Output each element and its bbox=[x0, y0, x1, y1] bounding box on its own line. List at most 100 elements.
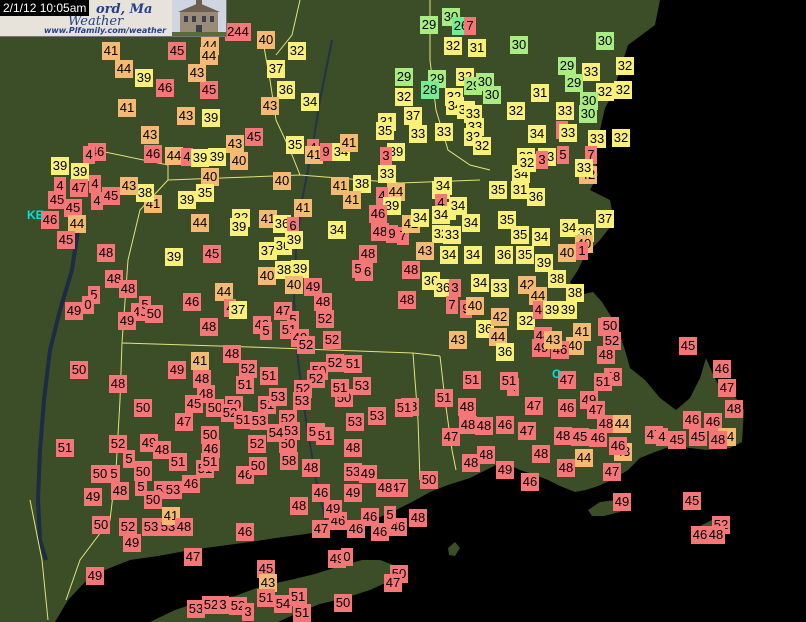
station-temp[interactable]: 30 bbox=[510, 36, 528, 54]
station-temp[interactable]: 43 bbox=[177, 107, 195, 125]
station-temp[interactable]: 50 bbox=[145, 305, 163, 323]
station-temp[interactable]: 50 bbox=[91, 465, 109, 483]
station-temp[interactable]: 52 bbox=[316, 310, 334, 328]
station-temp[interactable]: 33 bbox=[556, 102, 574, 120]
station-temp[interactable]: 46 bbox=[713, 360, 731, 378]
station-temp[interactable]: 51 bbox=[257, 589, 275, 607]
station-temp[interactable]: 45 bbox=[57, 231, 75, 249]
station-temp[interactable]: 32 bbox=[288, 42, 306, 60]
station-temp[interactable]: 30 bbox=[483, 86, 501, 104]
station-temp[interactable]: 3 bbox=[380, 147, 392, 165]
station-temp[interactable]: 5 bbox=[123, 450, 135, 468]
station-temp[interactable]: 33 bbox=[575, 159, 593, 177]
station-temp[interactable]: 40 bbox=[257, 31, 275, 49]
station-temp[interactable]: 38 bbox=[566, 284, 584, 302]
station-temp[interactable]: 51 bbox=[463, 371, 481, 389]
station-temp[interactable]: 48 bbox=[111, 482, 129, 500]
station-temp[interactable]: 39 bbox=[559, 301, 577, 319]
station-temp[interactable]: 45 bbox=[245, 128, 263, 146]
station-temp[interactable]: 46 bbox=[683, 411, 701, 429]
station-temp[interactable]: 43 bbox=[544, 331, 562, 349]
station-temp[interactable]: 46 bbox=[144, 145, 162, 163]
station-temp[interactable]: 43 bbox=[120, 177, 138, 195]
station-temp[interactable]: 40 bbox=[285, 276, 303, 294]
station-temp[interactable]: 39 bbox=[202, 109, 220, 127]
station-temp[interactable]: 36 bbox=[277, 81, 295, 99]
station-temp[interactable]: 58 bbox=[280, 452, 298, 470]
station-temp[interactable]: 50 bbox=[144, 491, 162, 509]
station-temp[interactable]: 49 bbox=[118, 312, 136, 330]
station-temp[interactable]: 33 bbox=[443, 226, 461, 244]
station-temp[interactable]: 48 bbox=[557, 459, 575, 477]
station-temp[interactable]: 33 bbox=[378, 165, 396, 183]
station-temp[interactable]: 49 bbox=[359, 465, 377, 483]
station-temp[interactable]: 48 bbox=[458, 398, 476, 416]
station-temp[interactable]: 53 bbox=[164, 481, 182, 499]
station-temp[interactable]: 29 bbox=[420, 16, 438, 34]
station-temp[interactable]: 32 bbox=[596, 83, 614, 101]
station-temp[interactable]: 1 bbox=[576, 242, 588, 260]
station-temp[interactable]: 45 bbox=[203, 245, 221, 263]
station-temp[interactable]: 36 bbox=[496, 343, 514, 361]
station-temp[interactable]: 52 bbox=[323, 331, 341, 349]
station-temp[interactable]: 4 bbox=[656, 428, 668, 446]
station-temp[interactable]: 51 bbox=[169, 453, 187, 471]
station-temp[interactable]: 41 bbox=[118, 99, 136, 117]
station-temp[interactable]: 48 bbox=[314, 293, 332, 311]
station-temp[interactable]: 49 bbox=[168, 361, 186, 379]
station-temp[interactable]: 48 bbox=[402, 261, 420, 279]
station-temp[interactable]: 51 bbox=[500, 372, 518, 390]
station-temp[interactable]: 46 bbox=[347, 520, 365, 538]
station-temp[interactable]: 47 bbox=[70, 179, 88, 197]
station-temp[interactable]: 5 bbox=[108, 465, 120, 483]
station-temp[interactable]: 49 bbox=[86, 567, 104, 585]
station-temp[interactable]: 36 bbox=[527, 188, 545, 206]
station-temp[interactable]: 46 bbox=[41, 211, 59, 229]
station-temp[interactable]: 47 bbox=[312, 520, 330, 538]
station-temp[interactable]: 50 bbox=[334, 594, 352, 612]
station-temp[interactable]: 48 bbox=[532, 445, 550, 463]
station-temp[interactable]: 49 bbox=[84, 488, 102, 506]
station-temp[interactable]: 31 bbox=[468, 39, 486, 57]
station-temp[interactable]: 49 bbox=[123, 534, 141, 552]
station-temp[interactable]: 5 bbox=[260, 322, 272, 340]
station-temp[interactable]: 46 bbox=[496, 416, 514, 434]
station-temp[interactable]: 38 bbox=[136, 184, 154, 202]
station-temp[interactable]: 45 bbox=[679, 337, 697, 355]
station-temp[interactable]: 41 bbox=[343, 191, 361, 209]
station-temp[interactable]: 34 bbox=[449, 197, 467, 215]
station-temp[interactable]: 0 bbox=[341, 548, 353, 566]
station-temp[interactable]: 39 bbox=[178, 191, 196, 209]
station-temp[interactable]: 43 bbox=[449, 331, 467, 349]
station-temp[interactable]: 34 bbox=[532, 228, 550, 246]
station-temp[interactable]: 48 bbox=[398, 291, 416, 309]
station-temp[interactable]: 48 bbox=[97, 244, 115, 262]
station-temp[interactable]: 50 bbox=[70, 361, 88, 379]
station-temp[interactable]: 39 bbox=[165, 248, 183, 266]
station-temp[interactable]: 40 bbox=[230, 152, 248, 170]
station-temp[interactable]: 32 bbox=[612, 129, 630, 147]
station-temp[interactable]: 44 bbox=[200, 47, 218, 65]
station-temp[interactable]: 48 bbox=[597, 346, 615, 364]
station-temp[interactable]: 54 bbox=[274, 595, 292, 613]
station-temp[interactable]: 43 bbox=[226, 135, 244, 153]
station-temp[interactable]: 46 bbox=[369, 205, 387, 223]
station-temp[interactable]: 45 bbox=[102, 187, 120, 205]
station-temp[interactable]: 30 bbox=[596, 32, 614, 50]
station-temp[interactable]: 51 bbox=[435, 389, 453, 407]
station-temp[interactable]: 3 bbox=[242, 603, 254, 621]
station-temp[interactable]: 53 bbox=[346, 413, 364, 431]
station-temp[interactable]: 46 bbox=[609, 437, 627, 455]
station-temp[interactable]: 50 bbox=[134, 399, 152, 417]
station-temp[interactable]: 32 bbox=[518, 154, 536, 172]
station-temp[interactable]: 47 bbox=[603, 463, 621, 481]
station-temp[interactable]: 39 bbox=[135, 69, 153, 87]
station-temp[interactable]: 52 bbox=[326, 354, 344, 372]
station-temp[interactable]: 51 bbox=[594, 373, 612, 391]
station-temp[interactable]: 37 bbox=[229, 301, 247, 319]
station-temp[interactable]: 48 bbox=[554, 427, 572, 445]
station-temp[interactable]: 3 bbox=[449, 279, 461, 297]
station-temp[interactable]: 47 bbox=[384, 574, 402, 592]
station-temp[interactable]: 48 bbox=[175, 518, 193, 536]
station-temp[interactable]: 34 bbox=[464, 246, 482, 264]
